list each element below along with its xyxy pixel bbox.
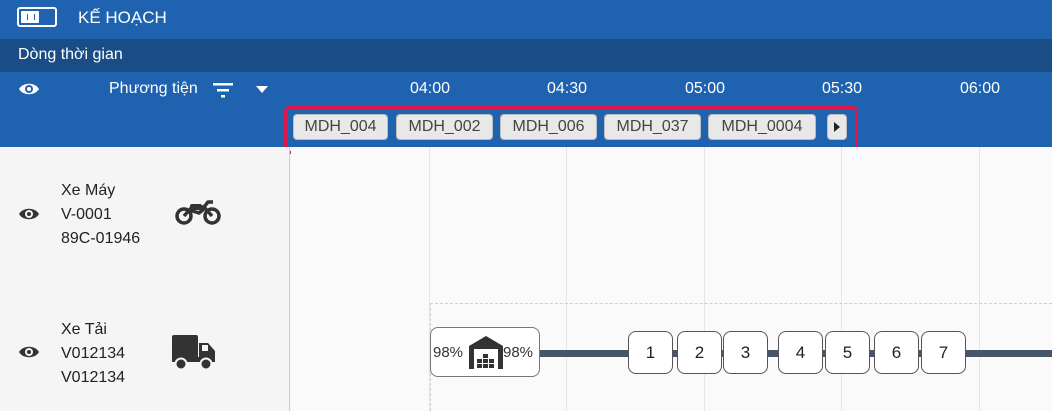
stop-node[interactable]: 4 xyxy=(778,331,823,374)
filter-icon[interactable] xyxy=(213,82,233,98)
app-title: KẾ HOẠCH xyxy=(78,8,167,27)
sidebar-toggle[interactable] xyxy=(17,7,57,27)
time-tick: 05:30 xyxy=(821,80,863,97)
route-window-top xyxy=(430,303,1052,304)
timeline-header-band xyxy=(290,39,1052,72)
chevron-down-icon[interactable] xyxy=(256,86,268,93)
truck-icon xyxy=(172,333,216,376)
vehicle-info: Xe Tải V012134 V012134 xyxy=(61,318,125,390)
timeline-title: Dòng thời gian xyxy=(0,39,290,72)
stop-node[interactable]: 2 xyxy=(677,331,722,374)
vehicle-info: Xe Máy V-0001 89C-01946 xyxy=(61,179,140,251)
eye-icon[interactable] xyxy=(18,206,40,227)
stop-node[interactable]: 5 xyxy=(825,331,870,374)
vehicle-code: V012134 xyxy=(61,345,126,362)
top-bar: KẾ HOẠCH xyxy=(0,0,1052,39)
vehicle-code: V-0001 xyxy=(61,206,112,223)
order-chip[interactable]: MDH_037 xyxy=(604,114,701,140)
vehicle-type: Xe Tải xyxy=(61,321,107,338)
order-chip[interactable]: MDH_006 xyxy=(500,114,597,140)
eye-icon[interactable] xyxy=(18,344,40,365)
order-chip[interactable]: MDH_002 xyxy=(396,114,493,140)
vehicle-column-header: Phương tiện xyxy=(0,72,290,106)
grid-line xyxy=(566,147,567,411)
time-tick: 04:30 xyxy=(546,80,588,97)
depot-load-right: 98% xyxy=(503,344,534,361)
toggle-knob xyxy=(21,11,39,23)
eye-icon[interactable] xyxy=(18,81,40,102)
time-tick: 06:00 xyxy=(959,80,1001,97)
timeline-axis: 04:00 04:30 05:00 05:30 06:00 xyxy=(290,72,1052,106)
time-tick: 04:00 xyxy=(409,80,451,97)
vehicle-plate: 89C-01946 xyxy=(61,230,141,247)
stop-node[interactable]: 7 xyxy=(921,331,966,374)
chips-next-arrow-icon[interactable] xyxy=(827,114,847,140)
vehicle-column-label: Phương tiện xyxy=(109,80,198,97)
vehicle-plate: V012134 xyxy=(61,369,126,386)
time-tick: 05:00 xyxy=(684,80,726,97)
warehouse-icon xyxy=(468,334,504,375)
motorcycle-icon xyxy=(175,196,221,231)
stop-node[interactable]: 6 xyxy=(874,331,919,374)
stop-node[interactable]: 3 xyxy=(723,331,768,374)
vehicle-type: Xe Máy xyxy=(61,182,116,199)
depot-load-left: 98% xyxy=(433,344,464,361)
order-chip[interactable]: MDH_0004 xyxy=(708,114,816,140)
vehicle-list xyxy=(0,147,290,411)
grid-line xyxy=(979,147,980,411)
depot-node[interactable]: 98% 98% xyxy=(430,327,540,377)
order-chip[interactable]: MDH_004 xyxy=(293,114,388,140)
stop-node[interactable]: 1 xyxy=(628,331,673,374)
